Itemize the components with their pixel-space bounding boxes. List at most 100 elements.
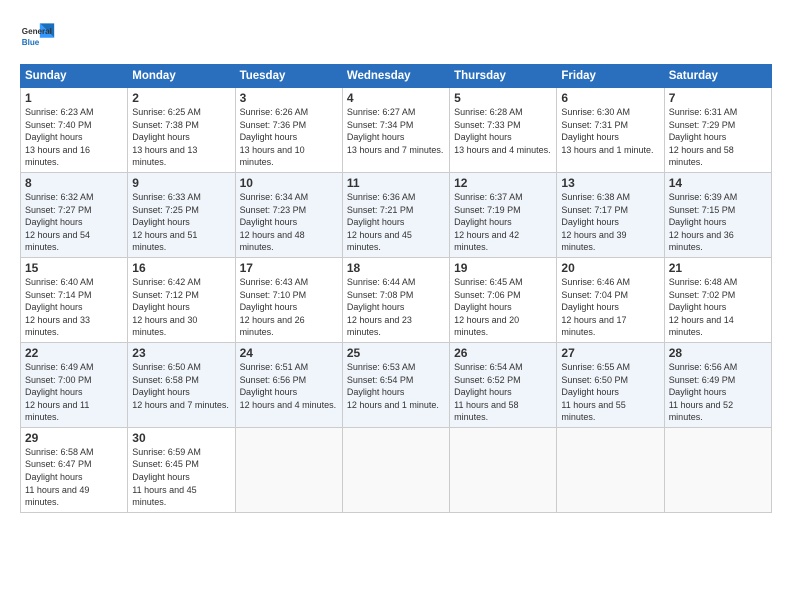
col-friday: Friday [557, 65, 664, 88]
day-number: 6 [561, 91, 659, 105]
table-row: 27 Sunrise: 6:55 AMSunset: 6:50 PMDaylig… [557, 342, 664, 427]
table-row [664, 427, 771, 512]
day-info: Sunrise: 6:50 AMSunset: 6:58 PMDaylight … [132, 362, 229, 410]
day-info: Sunrise: 6:45 AMSunset: 7:06 PMDaylight … [454, 277, 523, 337]
day-info: Sunrise: 6:34 AMSunset: 7:23 PMDaylight … [240, 192, 309, 252]
day-info: Sunrise: 6:25 AMSunset: 7:38 PMDaylight … [132, 107, 201, 167]
day-number: 25 [347, 346, 445, 360]
day-info: Sunrise: 6:27 AMSunset: 7:34 PMDaylight … [347, 107, 444, 155]
day-number: 27 [561, 346, 659, 360]
day-number: 9 [132, 176, 230, 190]
table-row: 21 Sunrise: 6:48 AMSunset: 7:02 PMDaylig… [664, 257, 771, 342]
table-row: 18 Sunrise: 6:44 AMSunset: 7:08 PMDaylig… [342, 257, 449, 342]
day-info: Sunrise: 6:33 AMSunset: 7:25 PMDaylight … [132, 192, 201, 252]
day-number: 12 [454, 176, 552, 190]
table-row: 6 Sunrise: 6:30 AMSunset: 7:31 PMDayligh… [557, 88, 664, 173]
day-info: Sunrise: 6:51 AMSunset: 6:56 PMDaylight … [240, 362, 337, 410]
table-row: 9 Sunrise: 6:33 AMSunset: 7:25 PMDayligh… [128, 172, 235, 257]
day-number: 30 [132, 431, 230, 445]
calendar-week-row: 8 Sunrise: 6:32 AMSunset: 7:27 PMDayligh… [21, 172, 772, 257]
table-row: 15 Sunrise: 6:40 AMSunset: 7:14 PMDaylig… [21, 257, 128, 342]
day-info: Sunrise: 6:46 AMSunset: 7:04 PMDaylight … [561, 277, 630, 337]
day-number: 16 [132, 261, 230, 275]
col-thursday: Thursday [450, 65, 557, 88]
day-number: 1 [25, 91, 123, 105]
table-row: 14 Sunrise: 6:39 AMSunset: 7:15 PMDaylig… [664, 172, 771, 257]
calendar-week-row: 22 Sunrise: 6:49 AMSunset: 7:00 PMDaylig… [21, 342, 772, 427]
table-row: 28 Sunrise: 6:56 AMSunset: 6:49 PMDaylig… [664, 342, 771, 427]
day-info: Sunrise: 6:42 AMSunset: 7:12 PMDaylight … [132, 277, 201, 337]
table-row [235, 427, 342, 512]
day-info: Sunrise: 6:48 AMSunset: 7:02 PMDaylight … [669, 277, 738, 337]
table-row: 24 Sunrise: 6:51 AMSunset: 6:56 PMDaylig… [235, 342, 342, 427]
day-number: 11 [347, 176, 445, 190]
col-tuesday: Tuesday [235, 65, 342, 88]
day-info: Sunrise: 6:28 AMSunset: 7:33 PMDaylight … [454, 107, 551, 155]
day-info: Sunrise: 6:55 AMSunset: 6:50 PMDaylight … [561, 362, 630, 422]
day-info: Sunrise: 6:53 AMSunset: 6:54 PMDaylight … [347, 362, 439, 410]
table-row: 12 Sunrise: 6:37 AMSunset: 7:19 PMDaylig… [450, 172, 557, 257]
table-row: 30 Sunrise: 6:59 AMSunset: 6:45 PMDaylig… [128, 427, 235, 512]
table-row: 19 Sunrise: 6:45 AMSunset: 7:06 PMDaylig… [450, 257, 557, 342]
calendar-table: Sunday Monday Tuesday Wednesday Thursday… [20, 64, 772, 513]
day-number: 29 [25, 431, 123, 445]
day-info: Sunrise: 6:37 AMSunset: 7:19 PMDaylight … [454, 192, 523, 252]
table-row: 29 Sunrise: 6:58 AMSunset: 6:47 PMDaylig… [21, 427, 128, 512]
day-number: 17 [240, 261, 338, 275]
col-saturday: Saturday [664, 65, 771, 88]
day-number: 28 [669, 346, 767, 360]
day-number: 21 [669, 261, 767, 275]
table-row: 2 Sunrise: 6:25 AMSunset: 7:38 PMDayligh… [128, 88, 235, 173]
day-number: 26 [454, 346, 552, 360]
day-info: Sunrise: 6:26 AMSunset: 7:36 PMDaylight … [240, 107, 309, 167]
col-wednesday: Wednesday [342, 65, 449, 88]
table-row: 10 Sunrise: 6:34 AMSunset: 7:23 PMDaylig… [235, 172, 342, 257]
day-number: 18 [347, 261, 445, 275]
table-row: 17 Sunrise: 6:43 AMSunset: 7:10 PMDaylig… [235, 257, 342, 342]
day-info: Sunrise: 6:38 AMSunset: 7:17 PMDaylight … [561, 192, 630, 252]
day-number: 2 [132, 91, 230, 105]
day-number: 4 [347, 91, 445, 105]
day-info: Sunrise: 6:23 AMSunset: 7:40 PMDaylight … [25, 107, 94, 167]
table-row: 7 Sunrise: 6:31 AMSunset: 7:29 PMDayligh… [664, 88, 771, 173]
day-info: Sunrise: 6:59 AMSunset: 6:45 PMDaylight … [132, 447, 201, 507]
day-number: 19 [454, 261, 552, 275]
header: General Blue [20, 18, 772, 54]
calendar-week-row: 29 Sunrise: 6:58 AMSunset: 6:47 PMDaylig… [21, 427, 772, 512]
calendar-week-row: 15 Sunrise: 6:40 AMSunset: 7:14 PMDaylig… [21, 257, 772, 342]
table-row [342, 427, 449, 512]
day-number: 14 [669, 176, 767, 190]
calendar-week-row: 1 Sunrise: 6:23 AMSunset: 7:40 PMDayligh… [21, 88, 772, 173]
table-row: 20 Sunrise: 6:46 AMSunset: 7:04 PMDaylig… [557, 257, 664, 342]
day-number: 7 [669, 91, 767, 105]
day-number: 20 [561, 261, 659, 275]
day-number: 24 [240, 346, 338, 360]
table-row: 25 Sunrise: 6:53 AMSunset: 6:54 PMDaylig… [342, 342, 449, 427]
table-row [450, 427, 557, 512]
day-number: 22 [25, 346, 123, 360]
table-row: 23 Sunrise: 6:50 AMSunset: 6:58 PMDaylig… [128, 342, 235, 427]
table-row: 8 Sunrise: 6:32 AMSunset: 7:27 PMDayligh… [21, 172, 128, 257]
table-row [557, 427, 664, 512]
day-number: 10 [240, 176, 338, 190]
day-info: Sunrise: 6:43 AMSunset: 7:10 PMDaylight … [240, 277, 309, 337]
day-info: Sunrise: 6:40 AMSunset: 7:14 PMDaylight … [25, 277, 94, 337]
day-number: 13 [561, 176, 659, 190]
table-row: 11 Sunrise: 6:36 AMSunset: 7:21 PMDaylig… [342, 172, 449, 257]
day-number: 23 [132, 346, 230, 360]
table-row: 13 Sunrise: 6:38 AMSunset: 7:17 PMDaylig… [557, 172, 664, 257]
day-info: Sunrise: 6:32 AMSunset: 7:27 PMDaylight … [25, 192, 94, 252]
logo: General Blue [20, 18, 56, 54]
table-row: 22 Sunrise: 6:49 AMSunset: 7:00 PMDaylig… [21, 342, 128, 427]
table-row: 4 Sunrise: 6:27 AMSunset: 7:34 PMDayligh… [342, 88, 449, 173]
svg-text:Blue: Blue [22, 38, 40, 47]
day-info: Sunrise: 6:44 AMSunset: 7:08 PMDaylight … [347, 277, 416, 337]
table-row: 5 Sunrise: 6:28 AMSunset: 7:33 PMDayligh… [450, 88, 557, 173]
col-monday: Monday [128, 65, 235, 88]
table-row: 3 Sunrise: 6:26 AMSunset: 7:36 PMDayligh… [235, 88, 342, 173]
table-row: 16 Sunrise: 6:42 AMSunset: 7:12 PMDaylig… [128, 257, 235, 342]
day-info: Sunrise: 6:56 AMSunset: 6:49 PMDaylight … [669, 362, 738, 422]
svg-text:General: General [22, 27, 52, 36]
day-info: Sunrise: 6:49 AMSunset: 7:00 PMDaylight … [25, 362, 94, 422]
day-info: Sunrise: 6:30 AMSunset: 7:31 PMDaylight … [561, 107, 653, 155]
